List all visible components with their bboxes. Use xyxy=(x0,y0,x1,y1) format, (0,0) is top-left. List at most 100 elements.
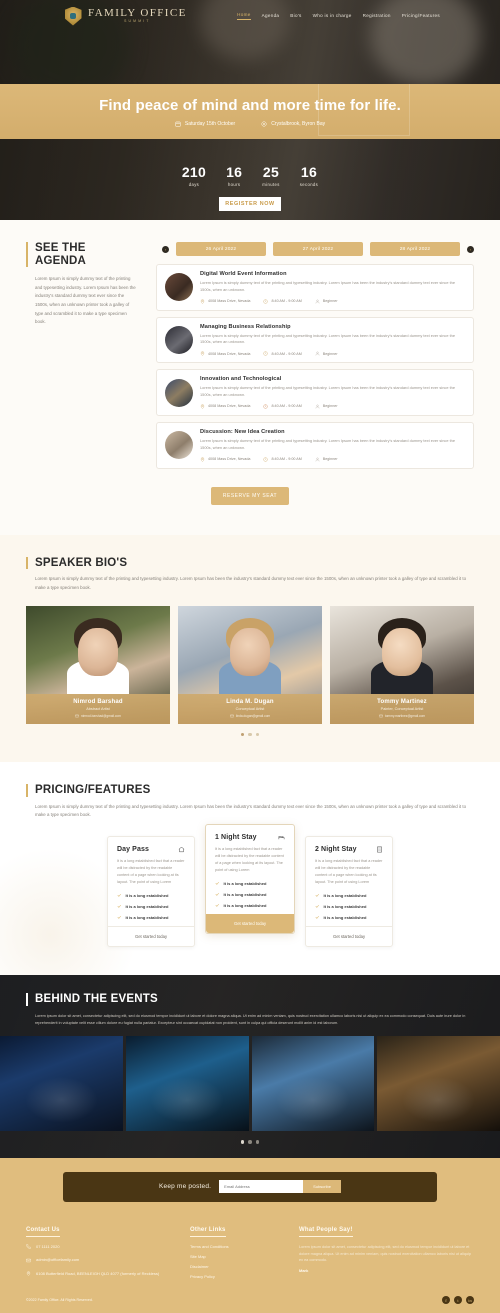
session-description: Lorem Ipsum is simply dummy text of the … xyxy=(200,332,455,345)
speakers-title: SPEAKER BIO'S xyxy=(26,556,474,570)
session-level-label: Beginner xyxy=(322,299,338,304)
footer-email[interactable]: admin@officefamily.com xyxy=(26,1257,176,1263)
session-time-label: 8:40 AM - 9:00 AM xyxy=(271,299,302,304)
agenda-prev-button[interactable]: ‹ xyxy=(162,245,169,253)
speaker-email[interactable]: tommy.martinez@gmail.com xyxy=(334,714,470,718)
footer-phone-label: 07 1111 2020 xyxy=(36,1243,60,1249)
session-time-label: 8:40 AM - 9:00 AM xyxy=(271,351,302,356)
gallery-image[interactable] xyxy=(0,1036,123,1132)
speaker-name: Nimrod Barshad xyxy=(73,698,123,705)
gallery-dot-2[interactable] xyxy=(248,1140,252,1144)
pricing-intro: Lorem Ipsum is simply dummy text of the … xyxy=(35,804,467,818)
agenda-tab-day-3[interactable]: 28 April 2022 xyxy=(370,242,460,256)
pricing-card-day-pass[interactable]: Day Pass It is a long established fact t… xyxy=(107,835,195,947)
agenda-tab-day-2[interactable]: 27 April 2022 xyxy=(273,242,363,256)
plan-description: It is a long established fact that a rea… xyxy=(215,846,284,872)
newsletter-email-input[interactable] xyxy=(219,1180,304,1194)
gallery-image[interactable] xyxy=(251,1036,375,1132)
session-location-label: 4008 Mass Drive, Nevada xyxy=(208,351,251,356)
nav-item-home[interactable]: Home xyxy=(237,12,251,20)
agenda-next-button[interactable]: › xyxy=(467,245,474,253)
footer-email-label: admin@officefamily.com xyxy=(36,1257,80,1263)
footer-address-label: 6108 Butterfield Road, BEENLEIGH QLD 407… xyxy=(36,1270,160,1276)
footer-phone[interactable]: 07 1111 2020 xyxy=(26,1244,176,1250)
user-icon xyxy=(315,351,320,356)
agenda-tab-day-1[interactable]: 26 April 2022 xyxy=(176,242,266,256)
twitter-icon[interactable]: t xyxy=(454,1296,462,1304)
hero-banner: Find peace of mind and more time for lif… xyxy=(0,84,500,139)
plan-description: It is a long established fact that a rea… xyxy=(315,858,383,884)
plan-cta-button[interactable]: Get started today xyxy=(108,925,194,946)
gallery-image[interactable] xyxy=(125,1036,249,1132)
speaker-carousel-dots xyxy=(26,732,474,737)
gallery-image[interactable] xyxy=(377,1036,500,1132)
plan-cta-button[interactable]: Get started today xyxy=(306,925,392,946)
footer-link-disclaimer[interactable]: Disclaimer xyxy=(190,1264,285,1269)
speaker-email[interactable]: nimrod.barshad@gmail.com xyxy=(30,714,166,718)
countdown-hours-label: hours xyxy=(227,182,241,187)
pricing-grid: Day Pass It is a long established fact t… xyxy=(26,823,474,947)
plan-feature-label: It is a long established xyxy=(223,902,267,908)
footer-quote-title: What People Say! xyxy=(299,1227,353,1237)
carousel-dot-2[interactable] xyxy=(248,732,252,737)
agenda-heading-block: SEE THE AGENDA Lorem Ipsum is simply dum… xyxy=(26,242,138,475)
nav-item-who-is-in-charge[interactable]: Who is in charge xyxy=(313,13,352,20)
facebook-icon[interactable]: f xyxy=(442,1296,450,1304)
plan-feature: It is a long established xyxy=(117,915,185,920)
plan-feature: It is a long established xyxy=(215,881,285,886)
pricing-card-1-night-stay[interactable]: 1 Night Stay It is a long established fa… xyxy=(205,823,295,934)
nav-item-agenda[interactable]: Agenda xyxy=(262,13,280,20)
newsletter-subscribe-button[interactable]: Subscribe xyxy=(303,1180,341,1194)
carousel-dot-1[interactable] xyxy=(240,732,245,737)
footer-link-site-map[interactable]: Site Map xyxy=(190,1254,285,1259)
session-location: 4008 Mass Drive, Nevada xyxy=(200,351,251,357)
footer-link-terms[interactable]: Terms and Conditions xyxy=(190,1244,285,1249)
plan-feature: It is a long established xyxy=(117,904,185,909)
speaker-card[interactable]: Linda M. Dugan Conceptual Artist linda.d… xyxy=(178,605,322,724)
agenda-session-card[interactable]: Managing Business Relationship Lorem Ips… xyxy=(156,316,474,364)
clock-icon xyxy=(263,404,269,409)
gallery-dot-3[interactable] xyxy=(255,1140,260,1144)
footer-wrapper: Keep me posted. Subscribe Contact Us 07 … xyxy=(0,1157,500,1313)
speaker-email[interactable]: linda.dugan@gmail.com xyxy=(182,714,318,718)
carousel-dot-3[interactable] xyxy=(255,732,260,737)
countdown-days-value: 210 xyxy=(181,164,207,180)
plan-feature-label: It is a long established xyxy=(323,892,367,898)
countdown-seconds: 16 seconds xyxy=(300,165,318,187)
agenda-session-card[interactable]: Innovation and Technological Lorem Ipsum… xyxy=(156,369,474,416)
countdown-timer: 210 days 16 hours 25 minutes 16 seconds xyxy=(0,165,500,187)
register-now-button[interactable]: REGISTER NOW xyxy=(219,197,281,211)
reserve-my-seat-button[interactable]: RESERVE MY SEAT xyxy=(210,486,290,505)
session-time: 8:40 AM - 9:00 AM xyxy=(263,299,302,304)
agenda-session-card[interactable]: Discussion: New Idea Creation Lorem Ipsu… xyxy=(156,421,474,469)
gallery-dot-1[interactable] xyxy=(240,1140,245,1144)
countdown-seconds-label: seconds xyxy=(299,182,319,187)
footer-links-title: Other Links xyxy=(190,1227,226,1237)
nav-item-bios[interactable]: Bio's xyxy=(290,13,301,20)
plan-title: 2 Night Stay xyxy=(315,845,357,853)
speaker-card[interactable]: Tommy Martinez Painter, Conceptual Artis… xyxy=(330,605,474,724)
user-icon xyxy=(315,299,320,304)
behind-title: BEHIND THE EVENTS xyxy=(26,992,474,1006)
plan-cta-button[interactable]: Get started today xyxy=(206,913,294,933)
behind-body: Lorem ipsum dolor sit amet, consectetur … xyxy=(35,1013,466,1025)
session-location: 4008 Mass Drive, Nevada xyxy=(200,404,250,409)
brand-logo[interactable]: FAMILY OFFICE SUMMIT xyxy=(63,5,187,27)
agenda-session-card[interactable]: Digital World Event Information Lorem Ip… xyxy=(156,264,474,311)
check-icon xyxy=(215,904,219,907)
copyright-text: ©2022 Family Office. All Rights Reserved… xyxy=(26,1298,93,1302)
pricing-section: PRICING/FEATURES Lorem Ipsum is simply d… xyxy=(0,762,500,975)
speaker-role: Conceptual Artist xyxy=(235,706,265,711)
pricing-card-2-night-stay[interactable]: 2 Night Stay It is a long established fa… xyxy=(305,835,393,947)
check-icon xyxy=(215,893,219,896)
hero-section: FAMILY OFFICE SUMMIT Home Agenda Bio's W… xyxy=(0,0,500,220)
speaker-card[interactable]: Nimrod Barshad Abstract Artist nimrod.ba… xyxy=(26,605,170,724)
footer-link-privacy-policy[interactable]: Privacy Policy xyxy=(190,1274,285,1279)
linkedin-icon[interactable]: in xyxy=(466,1296,474,1304)
plan-title: Day Pass xyxy=(117,845,149,853)
speakers-intro: Lorem Ipsum is simply dummy text of the … xyxy=(35,576,467,590)
check-icon xyxy=(215,882,219,885)
plan-feature: It is a long established xyxy=(117,893,185,898)
nav-item-registration[interactable]: Registration xyxy=(363,13,391,20)
nav-item-pricing-features[interactable]: Pricing/Features xyxy=(402,13,440,20)
